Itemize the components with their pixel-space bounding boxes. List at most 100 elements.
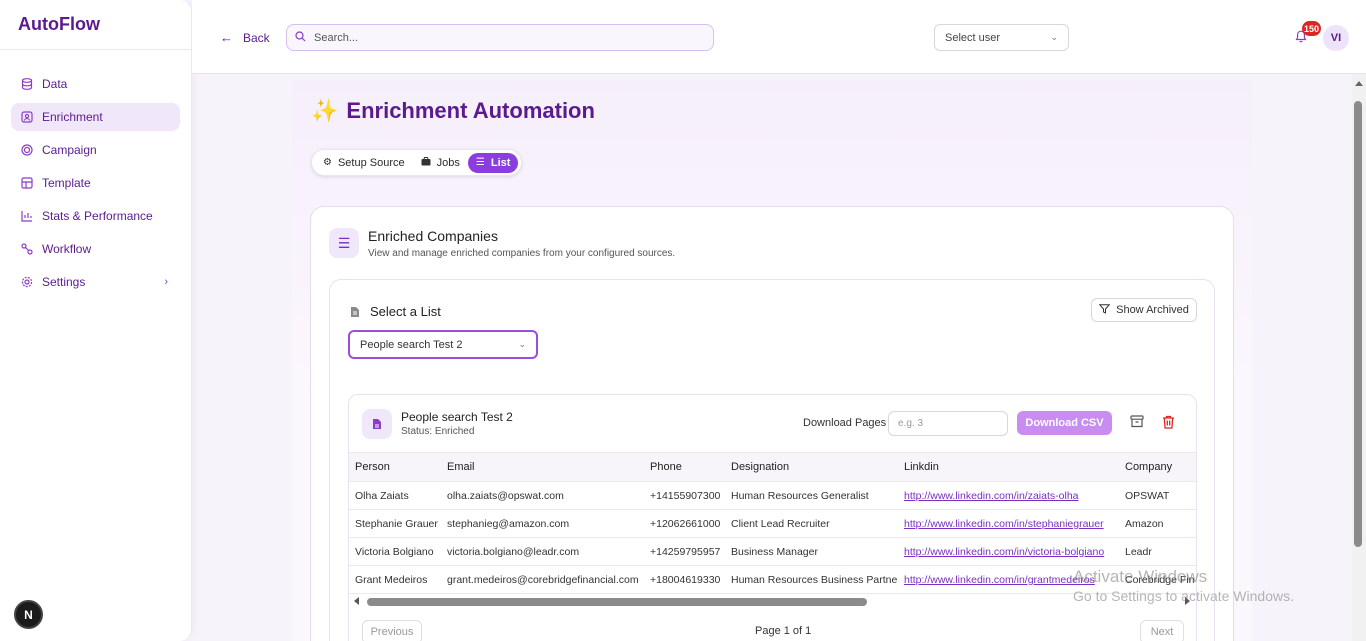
scrollbar-thumb[interactable] (367, 598, 867, 606)
linkedin-link[interactable]: http://www.linkedin.com/in/stephaniegrau… (904, 518, 1104, 530)
page-scrollbar[interactable] (1352, 74, 1366, 641)
company-cell: Leadr (1125, 545, 1152, 558)
search-input[interactable] (314, 31, 694, 44)
sidebar-item-template[interactable]: Template (11, 169, 180, 197)
scroll-up-arrow[interactable] (1355, 81, 1363, 86)
sparkles-icon: ✨ (311, 98, 339, 123)
tab-label: List (490, 156, 511, 169)
table-row: Olha Zaiats olha.zaiats@opswat.com +1415… (349, 482, 1196, 510)
column-header[interactable]: Email (441, 461, 644, 473)
sidebar-item-data[interactable]: Data (11, 70, 180, 98)
next-page-button[interactable]: Next (1140, 620, 1184, 641)
tab-setup-source[interactable]: ⚙ Setup Source (315, 153, 413, 173)
chart-icon (21, 210, 33, 222)
scrollbar-thumb[interactable] (1354, 101, 1362, 547)
column-header[interactable]: Phone (644, 461, 725, 473)
sidebar-item-label: Enrichment (42, 110, 103, 124)
page-indicator: Page 1 of 1 (755, 625, 812, 637)
email-cell: olha.zaiats@opswat.com (447, 489, 564, 502)
linkedin-link[interactable]: http://www.linkedin.com/in/grantmedeiros (904, 574, 1095, 586)
linkedin-cell: http://www.linkedin.com/in/victoria-bolg… (898, 546, 1119, 558)
sidebar-item-stats[interactable]: Stats & Performance (11, 202, 180, 230)
email-cell: grant.medeiros@corebridgefinancial.com (447, 573, 639, 586)
search-icon (295, 29, 306, 47)
list-status: Status: Enriched (401, 426, 475, 437)
phone-cell: +14155907300 (650, 489, 721, 502)
email-cell: stephanieg@amazon.com (447, 517, 570, 530)
email-cell: victoria.bolgiano@leadr.com (447, 545, 580, 558)
gear-icon: ⚙ (323, 157, 332, 168)
card-title: Enriched Companies (368, 228, 498, 244)
watermark-line-2: Go to Settings to activate Windows. (1073, 588, 1294, 604)
notification-count-badge: 150 (1302, 21, 1322, 36)
phone-cell: +12062661000 (650, 517, 721, 530)
tab-jobs[interactable]: Jobs (413, 153, 468, 173)
list-icon: ☰ (475, 157, 485, 168)
table-header-row: Person Email Phone Designation Linkdin C… (349, 452, 1196, 482)
sidebar-item-label: Template (42, 176, 91, 190)
download-pages-input[interactable] (888, 411, 1008, 436)
windows-activation-watermark: Activate Windows Go to Settings to activ… (1073, 567, 1294, 604)
list-title: People search Test 2 (401, 410, 513, 424)
back-label: Back (243, 30, 270, 45)
workflow-icon (21, 243, 33, 255)
table-row: Victoria Bolgiano victoria.bolgiano@lead… (349, 538, 1196, 566)
sidebar-item-label: Settings (42, 275, 86, 289)
search-box[interactable] (286, 24, 714, 51)
target-icon (21, 144, 33, 156)
page-title-text: Enrichment Automation (346, 98, 595, 123)
template-icon (21, 177, 33, 189)
person-cell: Grant Medeiros (355, 573, 428, 586)
back-button[interactable]: ← Back (220, 30, 270, 45)
file-icon (362, 409, 392, 439)
user-select[interactable]: Select user ⌄ (934, 24, 1069, 51)
page-title: ✨ Enrichment Automation (311, 98, 595, 124)
framework-badge[interactable]: N (14, 600, 43, 629)
phone-cell: +14259795957 (650, 545, 721, 558)
sidebar-item-workflow[interactable]: Workflow (11, 235, 180, 263)
database-icon (21, 78, 33, 90)
designation-cell: Client Lead Recruiter (731, 517, 830, 530)
archive-icon[interactable] (1130, 415, 1144, 433)
company-cell: OPSWAT (1125, 489, 1170, 502)
document-icon (350, 306, 360, 318)
column-header[interactable]: Person (349, 461, 441, 473)
column-header[interactable]: Company (1119, 461, 1196, 473)
sidebar-nav: Data Enrichment Campaign Template Stats … (0, 50, 191, 296)
linkedin-cell: http://www.linkedin.com/in/stephaniegrau… (898, 518, 1119, 530)
designation-cell: Human Resources Generalist (731, 489, 869, 502)
linkedin-link[interactable]: http://www.linkedin.com/in/victoria-bolg… (904, 546, 1104, 558)
chevron-down-icon: ⌄ (1050, 32, 1058, 42)
tab-bar: ⚙ Setup Source Jobs ☰ List (311, 149, 523, 176)
column-header[interactable]: Designation (725, 461, 898, 473)
sidebar: AutoFlow Data Enrichment Campaign Templa… (0, 0, 192, 641)
briefcase-icon (421, 156, 431, 169)
list-select-value: People search Test 2 (360, 338, 463, 351)
company-cell: Amazon (1125, 517, 1164, 530)
download-csv-button[interactable]: Download CSV (1017, 411, 1112, 435)
person-cell: Stephanie Grauer (355, 517, 438, 530)
table-horizontal-scrollbar[interactable] (349, 595, 1196, 607)
brand-logo[interactable]: AutoFlow (0, 0, 191, 50)
sidebar-item-campaign[interactable]: Campaign (11, 136, 180, 164)
show-archived-button[interactable]: Show Archived (1091, 298, 1197, 322)
linkedin-link[interactable]: http://www.linkedin.com/in/zaiats-olha (904, 490, 1079, 502)
list-select[interactable]: People search Test 2 ⌄ (348, 330, 538, 359)
user-select-value: Select user (945, 31, 1001, 44)
arrow-left-icon: ← (220, 30, 233, 45)
sidebar-item-settings[interactable]: Settings › (11, 268, 180, 296)
avatar[interactable]: VI (1323, 25, 1349, 51)
sidebar-item-enrichment[interactable]: Enrichment (11, 103, 180, 131)
sidebar-item-label: Stats & Performance (42, 209, 153, 223)
user-card-icon (21, 111, 33, 123)
table-row: Stephanie Grauer stephanieg@amazon.com +… (349, 510, 1196, 538)
trash-icon[interactable] (1162, 415, 1175, 434)
chevron-right-icon: › (164, 276, 168, 288)
list-table-panel: People search Test 2 Status: Enriched Do… (348, 394, 1197, 641)
column-header[interactable]: Linkdin (898, 461, 1119, 473)
tab-list[interactable]: ☰ List (467, 152, 519, 173)
previous-page-button[interactable]: Previous (362, 620, 422, 641)
linkedin-cell: http://www.linkedin.com/in/zaiats-olha (898, 490, 1119, 502)
scroll-left-arrow[interactable] (354, 597, 359, 605)
sidebar-item-label: Campaign (42, 143, 97, 157)
